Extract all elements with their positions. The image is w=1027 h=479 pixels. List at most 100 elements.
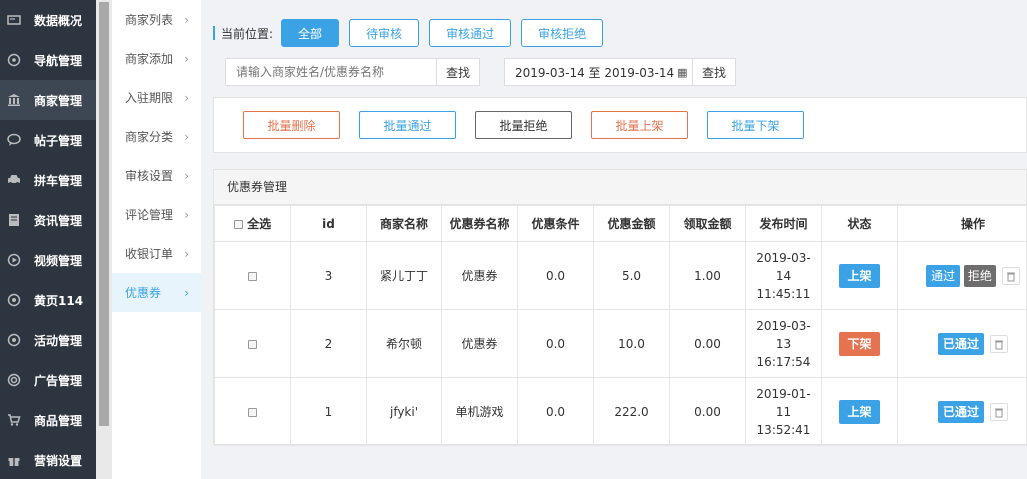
sidebar-item-marketing[interactable]: 营销设置 bbox=[0, 440, 96, 479]
time-part: 16:17:54 bbox=[756, 354, 811, 369]
ops-cell: 已通过 bbox=[897, 377, 1027, 446]
submenu-item-cashier-orders[interactable]: 收银订单 › bbox=[112, 234, 201, 273]
filter-rejected-button[interactable]: 审核拒绝 bbox=[521, 19, 604, 47]
trash-icon bbox=[995, 340, 1003, 349]
sidebar-item-label: 资讯管理 bbox=[34, 213, 83, 228]
coupon-header: 优惠券名称 bbox=[441, 205, 518, 242]
chevron-right-icon: › bbox=[184, 90, 189, 105]
batch-shelf-up-button[interactable]: 批量上架 bbox=[591, 111, 688, 139]
sidebar-item-posts[interactable]: 帖子管理 bbox=[0, 120, 96, 160]
filter-pending-button[interactable]: 待审核 bbox=[349, 19, 420, 47]
batch-delete-button[interactable]: 批量删除 bbox=[243, 111, 340, 139]
amount-cell: 10.0 bbox=[593, 309, 670, 378]
time-cell: 2019-01- 11 13:52:41 bbox=[745, 377, 822, 446]
claim-cell: 0.00 bbox=[669, 377, 746, 446]
amount-cell: 222.0 bbox=[593, 377, 670, 446]
submenu-item-label: 商家添加 bbox=[125, 52, 174, 66]
select-all-checkbox[interactable] bbox=[233, 220, 243, 229]
car-icon bbox=[6, 172, 22, 188]
time-cell: 2019-03- 14 11:45:11 bbox=[745, 241, 822, 310]
batch-shelf-down-button[interactable]: 批量下架 bbox=[707, 111, 804, 139]
submenu-item-label: 商家分类 bbox=[125, 130, 174, 144]
calendar-icon: ▦ bbox=[677, 65, 688, 79]
delete-button[interactable] bbox=[990, 335, 1008, 353]
submenu-item-merchant-add[interactable]: 商家添加 › bbox=[112, 39, 201, 78]
select-all-label: 全选 bbox=[247, 217, 272, 231]
select-all-header[interactable]: 全选 bbox=[214, 205, 291, 242]
filter-all-button[interactable]: 全部 bbox=[281, 19, 340, 47]
ops-header: 操作 bbox=[897, 205, 1027, 242]
row-checkbox[interactable] bbox=[248, 339, 257, 349]
sidebar-item-news[interactable]: 资讯管理 bbox=[0, 200, 96, 240]
status-cell: 上架 bbox=[821, 377, 898, 446]
batch-reject-button[interactable]: 批量拒绝 bbox=[475, 111, 572, 139]
sidebar-item-label: 活动管理 bbox=[34, 333, 83, 348]
search-input[interactable] bbox=[225, 58, 436, 86]
row-select-cell bbox=[214, 377, 291, 446]
time-cell: 2019-03- 13 16:17:54 bbox=[745, 309, 822, 378]
sidebar-item-dashboard[interactable]: 数据概况 bbox=[0, 0, 96, 40]
condition-cell: 0.0 bbox=[517, 377, 594, 446]
approved-badge[interactable]: 已通过 bbox=[937, 332, 984, 355]
dashboard-icon bbox=[6, 12, 22, 28]
sidebar-item-yellow-pages[interactable]: 黄页114 bbox=[0, 280, 96, 320]
date-search-button[interactable]: 查找 bbox=[692, 58, 736, 86]
chevron-right-icon: › bbox=[184, 12, 189, 27]
table-row: 1 jfyki' 单机游戏 0.0 222.0 0.00 2019-01- 11 1… bbox=[214, 377, 1027, 446]
id-cell: 3 bbox=[290, 241, 367, 310]
sidebar-item-video[interactable]: 视频管理 bbox=[0, 240, 96, 280]
submenu-item-review-settings[interactable]: 审核设置 › bbox=[112, 156, 201, 195]
status-cell: 下架 bbox=[821, 309, 898, 378]
reject-button[interactable]: 拒绝 bbox=[963, 264, 996, 287]
id-header: id bbox=[290, 205, 367, 242]
video-icon bbox=[6, 252, 22, 268]
approve-button[interactable]: 通过 bbox=[926, 264, 961, 287]
chevron-right-icon: › bbox=[184, 129, 189, 144]
gift-icon bbox=[6, 452, 22, 468]
sidebar-item-goods[interactable]: 商品管理 bbox=[0, 400, 96, 440]
condition-cell: 0.0 bbox=[517, 309, 594, 378]
breadcrumb: 当前位置: 全部 待审核 审核通过 审核拒绝 bbox=[213, 19, 613, 47]
sidebar-item-merchant[interactable]: 商家管理 bbox=[0, 80, 96, 120]
sidebar-item-ads[interactable]: 广告管理 bbox=[0, 360, 96, 400]
sidebar-item-navigation[interactable]: 导航管理 bbox=[0, 40, 96, 80]
submenu-item-merchant-list[interactable]: 商家列表 › bbox=[112, 0, 201, 39]
chevron-right-icon: › bbox=[184, 285, 189, 300]
row-checkbox[interactable] bbox=[248, 271, 257, 281]
date-range-picker[interactable]: 2019-03-14 至 2019-03-14 ▦ bbox=[504, 58, 692, 86]
submenu-item-settle-period[interactable]: 入驻期限 › bbox=[112, 78, 201, 117]
submenu-item-comments[interactable]: 评论管理 › bbox=[112, 195, 201, 234]
delete-button[interactable] bbox=[990, 403, 1008, 421]
status-badge[interactable]: 上架 bbox=[839, 263, 880, 288]
coupon-cell: 优惠券 bbox=[441, 309, 518, 378]
sidebar-item-label: 帖子管理 bbox=[34, 133, 83, 148]
id-cell: 1 bbox=[290, 377, 367, 446]
submenu-item-merchant-category[interactable]: 商家分类 › bbox=[112, 117, 201, 156]
sidebar-item-activity[interactable]: 活动管理 bbox=[0, 320, 96, 360]
condition-header: 优惠条件 bbox=[517, 205, 594, 242]
status-badge[interactable]: 下架 bbox=[839, 331, 880, 356]
time-part: 11:45:11 bbox=[756, 286, 811, 301]
phone-book-icon bbox=[6, 292, 22, 308]
row-select-cell bbox=[214, 309, 291, 378]
merchant-cell: 紧儿丁丁 bbox=[366, 241, 442, 310]
sidebar-scrollbar-thumb[interactable] bbox=[99, 2, 109, 426]
coupon-cell: 优惠券 bbox=[441, 241, 518, 310]
breadcrumb-label: 当前位置: bbox=[221, 26, 274, 41]
merchant-cell: 希尔顿 bbox=[366, 309, 442, 378]
time-part: 13:52:41 bbox=[756, 422, 811, 437]
approved-badge[interactable]: 已通过 bbox=[937, 400, 984, 423]
filter-approved-button[interactable]: 审核通过 bbox=[429, 19, 512, 47]
sidebar-item-carpool[interactable]: 拼车管理 bbox=[0, 160, 96, 200]
batch-approve-button[interactable]: 批量通过 bbox=[359, 111, 456, 139]
table-row: 3 紧儿丁丁 优惠券 0.0 5.0 1.00 2019-03- 14 11:45:… bbox=[214, 241, 1027, 310]
search-button[interactable]: 查找 bbox=[436, 58, 480, 86]
amount-header: 优惠金额 bbox=[593, 205, 670, 242]
delete-button[interactable] bbox=[1001, 267, 1020, 285]
submenu-item-coupons[interactable]: 优惠券 › bbox=[112, 273, 201, 312]
row-checkbox[interactable] bbox=[248, 407, 257, 417]
chevron-right-icon: › bbox=[184, 207, 189, 222]
status-header: 状态 bbox=[821, 205, 898, 242]
time-header: 发布时间 bbox=[745, 205, 822, 242]
status-badge[interactable]: 上架 bbox=[839, 399, 880, 424]
